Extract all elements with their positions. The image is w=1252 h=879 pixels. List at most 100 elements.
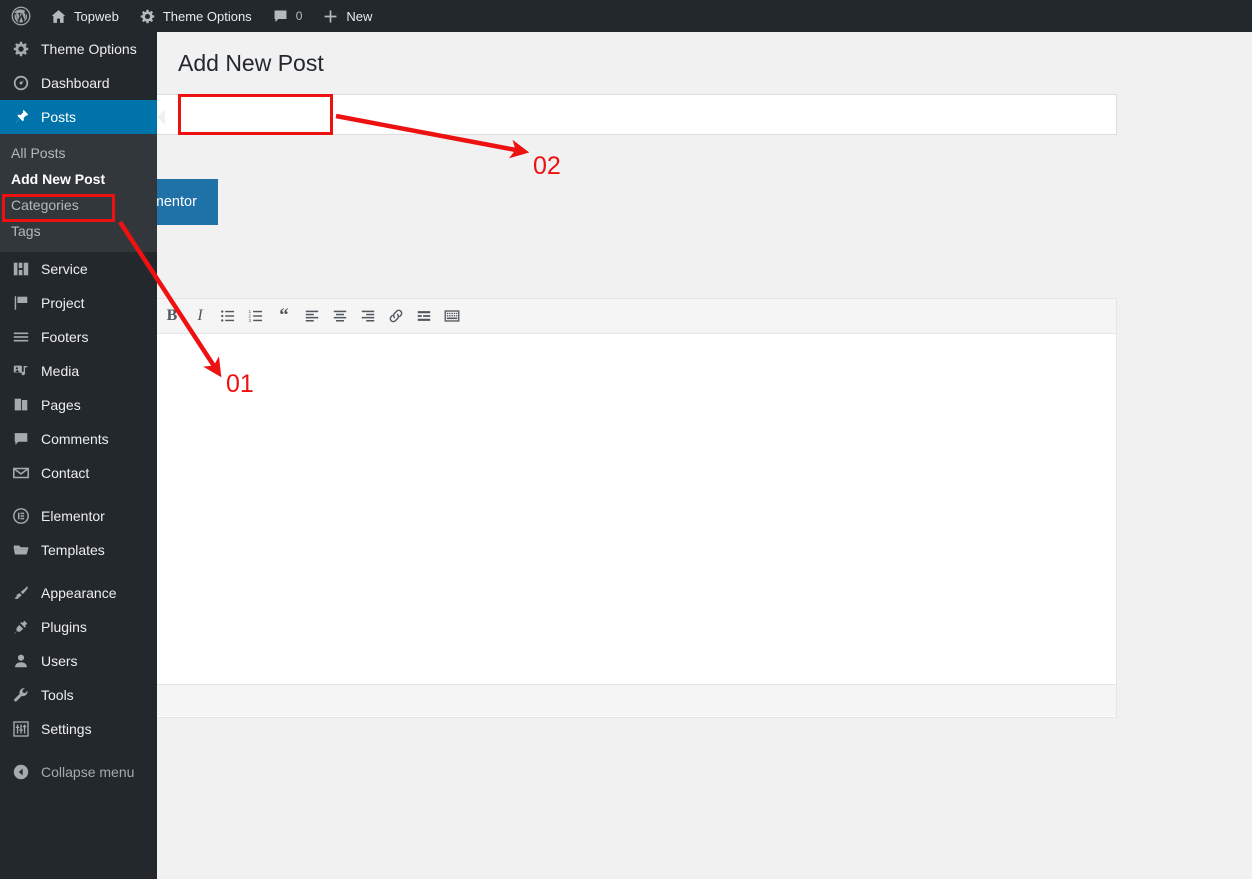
adminbar-theme-options[interactable]: Theme Options [129,0,262,32]
sidebar-item-contact[interactable]: Contact [0,456,157,490]
bulleted-list-icon [220,308,236,324]
align-center-button[interactable] [326,303,354,329]
gear-icon [139,8,156,25]
editor-content-area[interactable] [22,334,1116,684]
adminbar-site-name[interactable]: Topweb [40,0,129,32]
insert-more-button[interactable] [410,303,438,329]
sidebar-item-label: Settings [41,721,92,737]
insert-more-icon [416,308,432,324]
submenu-item-categories[interactable]: Categories [0,192,157,218]
grid-icon [9,260,33,278]
align-left-button[interactable] [298,303,326,329]
sidebar-item-service[interactable]: Service [0,252,157,286]
numbered-list-icon: 1 2 3 [248,308,264,324]
sidebar-item-appearance[interactable]: Appearance [0,576,157,610]
sidebar-item-label: Project [41,295,85,311]
media-icon [9,362,33,380]
collapse-arrow-icon [9,763,33,781]
post-title-input[interactable] [22,95,1116,134]
folder-icon [9,541,33,559]
sidebar-item-label: Users [41,653,78,669]
home-icon [50,8,67,25]
sidebar-item-label: Service [41,261,88,277]
numbered-list-button[interactable]: 1 2 3 [242,303,270,329]
align-right-button[interactable] [354,303,382,329]
adminbar-site-name-label: Topweb [74,8,119,24]
sidebar-item-comments[interactable]: Comments [0,422,157,456]
submenu-item-add-new-post[interactable]: Add New Post [0,166,157,192]
sidebar-item-users[interactable]: Users [0,644,157,678]
adminbar-comments[interactable]: 0 [262,0,313,32]
plug-icon [9,618,33,636]
adminbar-new-content-label: New [346,8,373,24]
sidebar-item-label: Comments [41,431,109,447]
keyboard-shortcuts-button[interactable] [438,303,466,329]
admin-sidebar: Theme Options Dashboard Posts All Posts … [0,32,165,879]
sidebar-item-templates[interactable]: Templates [0,533,157,567]
sidebar-item-project[interactable]: Project [0,286,157,320]
sidebar-item-posts[interactable]: Posts [0,100,165,134]
post-title-wrap [21,94,1117,135]
sidebar-item-plugins[interactable]: Plugins [0,610,157,644]
sidebar-item-label: Footers [41,329,89,345]
sliders-icon [9,720,33,738]
sidebar-item-dashboard[interactable]: Dashboard [0,66,157,100]
blockquote-button[interactable]: “ [270,303,298,329]
keyboard-icon [444,308,460,324]
submenu-item-tags[interactable]: Tags [0,218,157,244]
align-right-icon [360,308,376,324]
align-left-icon [304,308,320,324]
pages-icon [9,396,33,414]
sidebar-item-label: Theme Options [41,41,137,57]
sidebar-item-label: Tools [41,687,74,703]
sidebar-item-label: Plugins [41,619,87,635]
dashboard-icon [9,74,33,92]
italic-icon: I [197,307,203,324]
bold-icon: B [166,307,178,324]
comment-icon [272,8,289,25]
sidebar-item-label: Collapse menu [41,764,135,780]
posts-submenu: All Posts Add New Post Categories Tags [0,134,157,252]
sidebar-item-pages[interactable]: Pages [0,388,157,422]
wrench-icon [9,686,33,704]
sidebar-item-label: Templates [41,542,105,558]
editor-toolbar: Paragraph B I [22,299,1116,334]
sidebar-item-label: Posts [41,109,77,125]
blockquote-icon: “ [279,305,289,327]
sidebar-item-elementor[interactable]: Elementor [0,499,157,533]
user-icon [9,652,33,670]
gear-icon [9,40,33,58]
submenu-item-all-posts[interactable]: All Posts [0,140,157,166]
adminbar-new-content[interactable]: New [312,0,382,32]
sidebar-item-collapse-menu[interactable]: Collapse menu [0,755,157,789]
sidebar-item-settings[interactable]: Settings [0,712,157,746]
sidebar-item-label: Elementor [41,508,105,524]
sidebar-item-media[interactable]: Media [0,354,157,388]
adminbar-theme-options-label: Theme Options [162,8,252,24]
sidebar-item-label: Pages [41,397,81,413]
adminbar-comment-count: 0 [295,9,303,23]
sidebar-item-label: Appearance [41,585,117,601]
editor-status-bar: Word count: 0 [22,684,1116,716]
sidebar-item-label: Contact [41,465,90,481]
wordpress-logo-icon [11,6,31,26]
sidebar-item-footers[interactable]: Footers [0,320,157,354]
sidebar-item-label: Media [41,363,80,379]
sidebar-item-theme-options[interactable]: Theme Options [0,32,157,66]
bold-button[interactable]: B [158,303,186,329]
envelope-icon [9,464,33,482]
sidebar-item-tools[interactable]: Tools [0,678,157,712]
admin-bar: Topweb Theme Options 0 New [0,0,1252,32]
bulleted-list-button[interactable] [214,303,242,329]
svg-text:3: 3 [248,318,251,323]
align-center-icon [332,308,348,324]
italic-button[interactable]: I [186,303,214,329]
page-title: Add New Post [178,50,324,76]
flag-icon [9,294,33,312]
post-editor: Paragraph B I [21,298,1117,718]
comment-icon [9,430,33,448]
insert-link-button[interactable] [382,303,410,329]
adminbar-wp-logo[interactable] [0,0,40,32]
sidebar-separator [0,567,157,576]
elementor-icon [9,507,33,525]
